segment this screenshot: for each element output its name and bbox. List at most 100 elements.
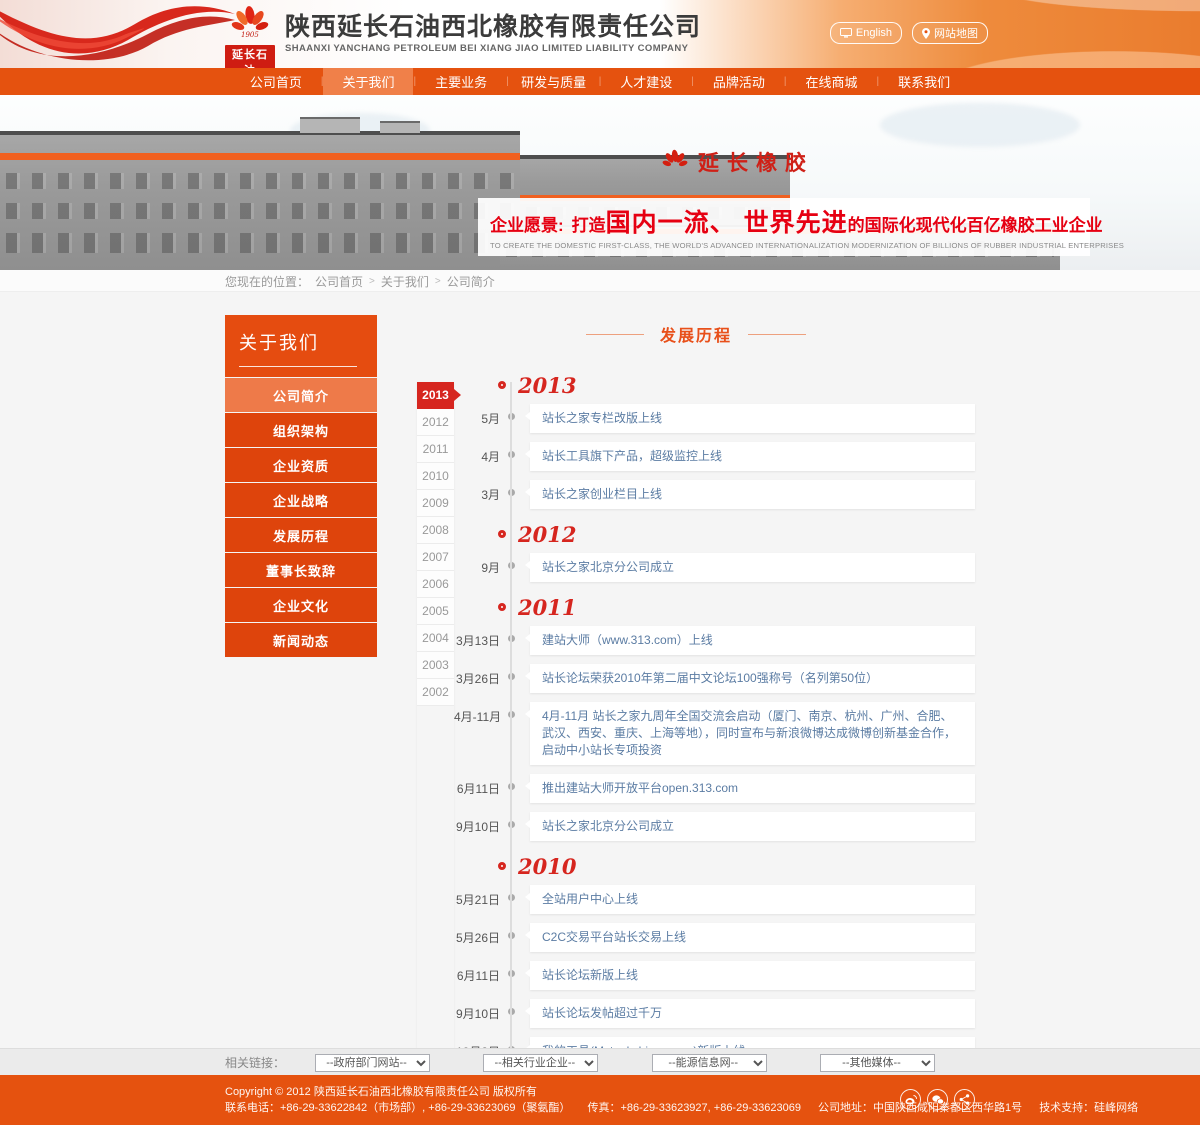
title-dash-right bbox=[748, 334, 806, 335]
event-box: 站长之家北京分公司成立 bbox=[530, 553, 975, 582]
event-link[interactable]: 站长之家北京分公司成立 bbox=[542, 819, 674, 833]
logo: 1905 延长石油 SHAANXI YANCHANG PETROLEUM 陕西延… bbox=[225, 6, 701, 68]
site-header: 1905 延长石油 SHAANXI YANCHANG PETROLEUM 陕西延… bbox=[0, 0, 1200, 68]
company-name-en: SHAANXI YANCHANG PETROLEUM BEI XIANG JIA… bbox=[285, 43, 701, 54]
event-link[interactable]: 全站用户中心上线 bbox=[542, 892, 638, 906]
red-ribbon-decoration bbox=[0, 0, 235, 68]
event-box: 建站大师（www.313.com）上线 bbox=[530, 626, 975, 655]
nav-item-7[interactable]: 在线商城 bbox=[787, 68, 877, 95]
year-tab-2010[interactable]: 2010 bbox=[417, 463, 454, 490]
sidebar-underline bbox=[239, 366, 357, 367]
sidebar-item-6[interactable]: 董事长致辞 bbox=[225, 553, 377, 587]
sidebar-item-1[interactable]: 公司简介 bbox=[225, 378, 377, 412]
event-box: 站长论坛荣获2010年第二届中文论坛100强称号（名列第50位） bbox=[530, 664, 975, 693]
sidebar-header: 关于我们 bbox=[225, 315, 377, 377]
nav-item-2[interactable]: 关于我们 bbox=[323, 68, 413, 95]
event-link[interactable]: C2C交易平台站长交易上线 bbox=[542, 930, 686, 944]
nav-item-6[interactable]: 品牌活动 bbox=[694, 68, 784, 95]
year-tab-2013[interactable]: 2013 bbox=[417, 382, 454, 409]
content-area: 关于我们 公司简介组织架构企业资质企业战略发展历程董事长致辞企业文化新闻动态 发… bbox=[0, 292, 1200, 1048]
event-box: 站长工具旗下产品，超级监控上线 bbox=[530, 442, 975, 471]
breadcrumb-link-1[interactable]: 公司首页 bbox=[315, 273, 363, 290]
sidebar-item-8[interactable]: 新闻动态 bbox=[225, 623, 377, 657]
year-tab-2005[interactable]: 2005 bbox=[417, 598, 454, 625]
building-logo-text: 延长橡胶 bbox=[698, 147, 814, 177]
year-marker-icon bbox=[498, 862, 506, 870]
wechat-icon[interactable] bbox=[927, 1089, 948, 1110]
site-footer: Copyright © 2012 陕西延长石油西北橡胶有限责任公司 版权所有 联… bbox=[0, 1075, 1200, 1125]
sidebar-item-2[interactable]: 组织架构 bbox=[225, 413, 377, 447]
breadcrumb-link-2[interactable]: 关于我们 bbox=[381, 273, 429, 290]
event-link[interactable]: 推出建站大师开放平台open.313.com bbox=[542, 781, 738, 795]
nav-item-4[interactable]: 研发与质量 bbox=[509, 68, 599, 95]
event-date: 9月 bbox=[454, 553, 500, 576]
year-tab-2007[interactable]: 2007 bbox=[417, 544, 454, 571]
year-tab-2003[interactable]: 2003 bbox=[417, 652, 454, 679]
event-date: 3月 bbox=[454, 480, 500, 503]
event-link[interactable]: 站长工具旗下产品，超级监控上线 bbox=[542, 449, 722, 463]
related-links-select-4[interactable]: --其他媒体-- bbox=[820, 1054, 935, 1072]
year-tab-2011[interactable]: 2011 bbox=[417, 436, 454, 463]
timeline-event: 5月26日C2C交易平台站长交易上线 bbox=[454, 923, 975, 952]
vision-slogan: 企业愿景:打造国内一流、 世界先进的国际化现代化百亿橡胶工业企业 TO CREA… bbox=[478, 198, 1090, 256]
event-link[interactable]: 我的工具(Mytool.chinaz.com)新版上线 bbox=[542, 1044, 745, 1048]
sidebar-item-4[interactable]: 企业战略 bbox=[225, 483, 377, 517]
event-link[interactable]: 站长论坛发帖超过千万 bbox=[542, 1006, 662, 1020]
contact-line: 联系电话：+86-29-33622842（市场部）, +86-29-336230… bbox=[225, 1100, 975, 1116]
event-link[interactable]: 4月-11月 站长之家九周年全国交流会启动（厦门、南京、杭州、广州、合肥、武汉、… bbox=[542, 709, 956, 757]
nav-item-8[interactable]: 联系我们 bbox=[879, 68, 969, 95]
sitemap-link[interactable]: 网站地图 bbox=[912, 22, 988, 44]
timeline-year-row: 2013 bbox=[454, 370, 975, 400]
year-tab-2006[interactable]: 2006 bbox=[417, 571, 454, 598]
event-link[interactable]: 站长之家专栏改版上线 bbox=[542, 411, 662, 425]
cloud-decoration bbox=[880, 103, 1080, 147]
breadcrumb-link-3[interactable]: 公司简介 bbox=[447, 273, 495, 290]
event-link[interactable]: 站长之家创业栏目上线 bbox=[542, 487, 662, 501]
breadcrumb-separator: > bbox=[369, 276, 375, 287]
event-link[interactable]: 站长论坛荣获2010年第二届中文论坛100强称号（名列第50位） bbox=[542, 671, 878, 685]
logo-name: 延长石油 bbox=[225, 45, 275, 68]
logo-flower-icon: 1905 延长石油 SHAANXI YANCHANG PETROLEUM bbox=[225, 6, 275, 68]
main-content: 发展历程 20132012201120102009200820072006200… bbox=[417, 315, 975, 1048]
year-tab-2009[interactable]: 2009 bbox=[417, 490, 454, 517]
timeline-event: 10月8日我的工具(Mytool.chinaz.com)新版上线 bbox=[454, 1037, 975, 1048]
share-icon[interactable] bbox=[954, 1089, 975, 1110]
year-marker-icon bbox=[498, 603, 506, 611]
year-tab-2004[interactable]: 2004 bbox=[417, 625, 454, 652]
building-logo-flower-icon bbox=[660, 148, 690, 176]
related-links-select-2[interactable]: --相关行业企业-- bbox=[483, 1054, 598, 1072]
nav-item-3[interactable]: 主要业务 bbox=[416, 68, 506, 95]
timeline-event: 3月 站长之家创业栏目上线 bbox=[454, 480, 975, 509]
event-link[interactable]: 站长之家北京分公司成立 bbox=[542, 560, 674, 574]
logo-year: 1905 bbox=[241, 31, 259, 39]
sidebar-item-7[interactable]: 企业文化 bbox=[225, 588, 377, 622]
year-tab-2008[interactable]: 2008 bbox=[417, 517, 454, 544]
event-date: 4月 bbox=[454, 442, 500, 465]
nav-item-1[interactable]: 公司首页 bbox=[231, 68, 321, 95]
event-box: 全站用户中心上线 bbox=[530, 885, 975, 914]
related-links-select-1[interactable]: --政府部门网站-- bbox=[315, 1054, 430, 1072]
weibo-icon[interactable] bbox=[900, 1089, 921, 1110]
sidebar-item-5[interactable]: 发展历程 bbox=[225, 518, 377, 552]
year-marker-icon bbox=[498, 530, 506, 538]
year-tab-2012[interactable]: 2012 bbox=[417, 409, 454, 436]
timeline-event: 5月21日全站用户中心上线 bbox=[454, 885, 975, 914]
footer-fax: 传真：+86-29-33623927, +86-29-33623069 bbox=[588, 1102, 801, 1114]
timeline-section-2013: 2013 5月站长之家专栏改版上线 4月 站长工具旗下产品，超级监控上线 3月 站长之家创… bbox=[454, 370, 975, 509]
timeline-event: 5月站长之家专栏改版上线 bbox=[454, 404, 975, 433]
english-link[interactable]: English bbox=[830, 22, 902, 44]
nav-item-5[interactable]: 人才建设 bbox=[601, 68, 691, 95]
timeline: 2013 5月站长之家专栏改版上线 4月 站长工具旗下产品，超级监控上线 3月 站长之家创… bbox=[454, 370, 975, 1048]
related-links-select-3[interactable]: --能源信息网-- bbox=[652, 1054, 767, 1072]
timeline-event: 6月11日站长论坛新版上线 bbox=[454, 961, 975, 990]
year-tab-2002[interactable]: 2002 bbox=[417, 679, 454, 706]
event-link[interactable]: 建站大师（www.313.com）上线 bbox=[542, 633, 713, 647]
breadcrumb-bar: 您现在的位置： 公司首页>关于我们>公司简介 bbox=[0, 270, 1200, 292]
year-marker-icon bbox=[498, 381, 506, 389]
page-title-row: 发展历程 bbox=[417, 322, 975, 346]
monitor-icon bbox=[840, 28, 852, 38]
sidebar-item-3[interactable]: 企业资质 bbox=[225, 448, 377, 482]
timeline-event: 3月26日站长论坛荣获2010年第二届中文论坛100强称号（名列第50位） bbox=[454, 664, 975, 693]
event-link[interactable]: 站长论坛新版上线 bbox=[542, 968, 638, 982]
building-logo: 延长橡胶 bbox=[660, 147, 814, 177]
